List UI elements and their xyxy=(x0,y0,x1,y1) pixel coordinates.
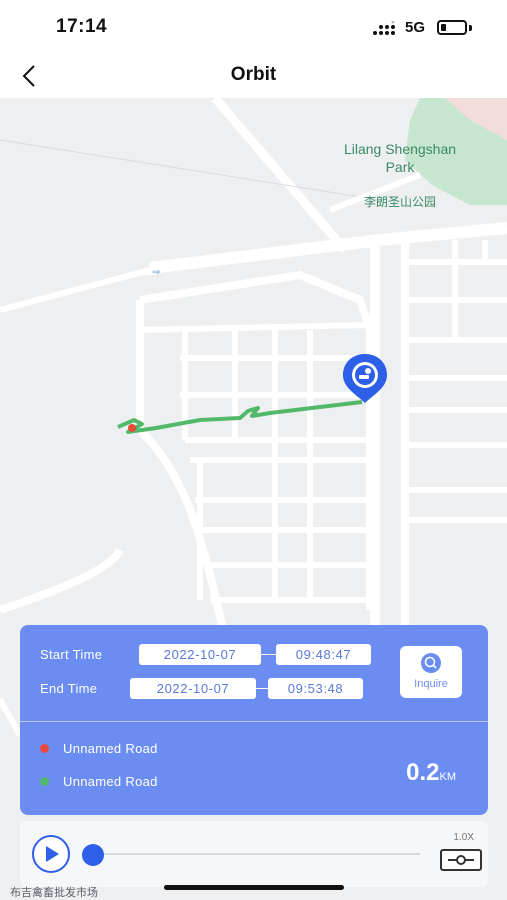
end-dot-icon xyxy=(40,777,49,786)
rail-line xyxy=(0,139,381,201)
start-time-label: Start Time xyxy=(40,647,103,662)
end-date-field[interactable]: 2022-10-07 xyxy=(130,678,256,699)
status-time: 17:14 xyxy=(56,16,108,37)
distance-readout: 0.2KM xyxy=(406,759,456,787)
end-time-field[interactable]: 09:53:48 xyxy=(268,678,363,699)
connector-line xyxy=(256,688,268,689)
track-line xyxy=(117,400,363,434)
home-indicator xyxy=(164,885,344,890)
track-start-dot xyxy=(128,424,136,432)
play-icon xyxy=(46,846,59,862)
search-icon xyxy=(421,653,441,673)
distance-value: 0.2 xyxy=(406,759,440,786)
playback-slider-knob[interactable] xyxy=(82,844,104,866)
poi-label-cn: 李朗圣山公园 xyxy=(363,195,436,209)
start-time-field[interactable]: 09:48:47 xyxy=(276,644,371,665)
navigation-bar: Orbit xyxy=(0,54,507,98)
playback-slider-track[interactable] xyxy=(94,853,420,855)
network-label: 5G xyxy=(405,19,426,36)
speed-label: 1.0X xyxy=(453,832,474,843)
poi-label: Lilang Shengshan Park xyxy=(343,141,457,175)
battery-cap xyxy=(469,25,472,31)
start-dot-icon xyxy=(40,744,49,753)
map-bottom-label: 布吉禽畜批发市场 xyxy=(10,887,98,899)
page-title: Orbit xyxy=(230,64,277,85)
connector-line xyxy=(261,654,276,655)
svg-text:⇒: ⇒ xyxy=(152,267,160,278)
playback-bar: 1.0X xyxy=(20,821,488,887)
speed-icon xyxy=(448,855,474,865)
query-panel: Start Time 2022-10-07 09:48:47 End Time … xyxy=(20,625,488,815)
battery-icon xyxy=(437,20,467,35)
road xyxy=(211,98,349,253)
play-button[interactable] xyxy=(32,835,70,873)
start-road-label: Unnamed Road xyxy=(63,741,158,756)
distance-unit: KM xyxy=(439,771,457,783)
start-date-field[interactable]: 2022-10-07 xyxy=(139,644,261,665)
end-time-label: End Time xyxy=(40,681,98,696)
end-road-label: Unnamed Road xyxy=(63,774,158,789)
road xyxy=(0,267,151,313)
inquire-button[interactable]: Inquire xyxy=(400,646,462,698)
status-bar: 17:14 5G xyxy=(0,0,507,54)
speed-button[interactable] xyxy=(440,849,482,871)
signal-icon xyxy=(373,21,395,35)
inquire-label: Inquire xyxy=(414,678,448,690)
divider xyxy=(20,721,488,722)
